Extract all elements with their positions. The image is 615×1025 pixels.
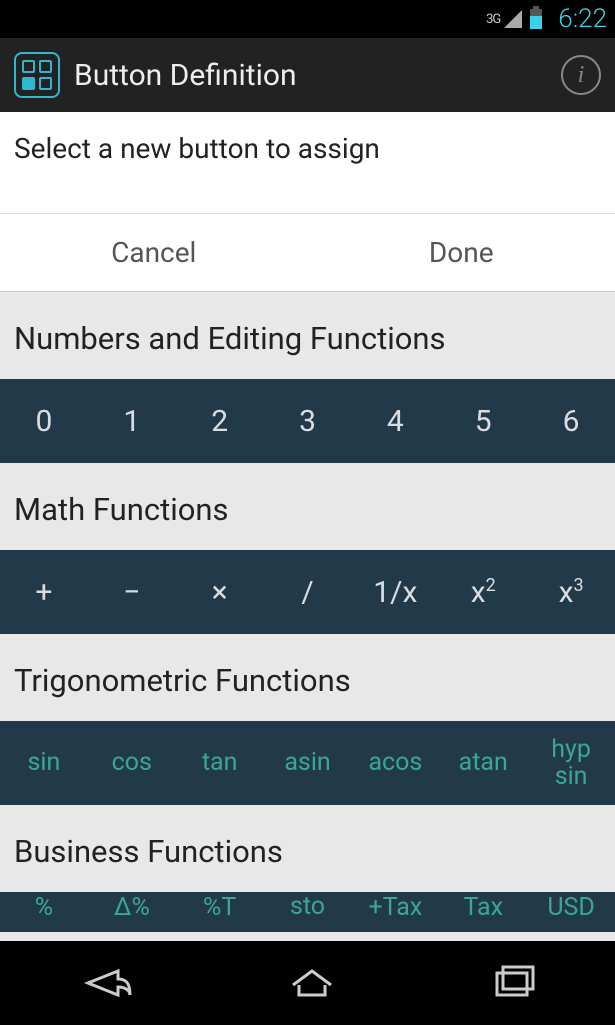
section-title-trig: Trigonometric Functions [14,662,601,699]
page-title: Button Definition [74,58,561,93]
fn-cube[interactable]: x3 [527,576,615,609]
section-title-business: Business Functions [14,833,601,870]
fn-delta-percent[interactable]: Δ% [88,894,176,922]
section-numbers: Numbers and Editing Functions [0,292,615,379]
numbers-row: 0 1 2 3 4 5 6 [0,379,615,463]
fn-0[interactable]: 0 [0,405,88,438]
fn-4[interactable]: 4 [351,405,439,438]
fn-divide[interactable]: / [264,576,352,609]
section-title-numbers: Numbers and Editing Functions [14,320,601,357]
business-row: % Δ% %T stocst +Tax Tax USD [0,892,615,932]
android-nav-bar [0,941,615,1025]
home-icon[interactable] [287,965,337,1001]
section-math: Math Functions [0,463,615,550]
prompt-text: Select a new button to assign [0,112,615,214]
fn-1[interactable]: 1 [88,405,176,438]
fn-5[interactable]: 5 [439,405,527,438]
clock: 6:22 [558,4,607,34]
fn-square[interactable]: x2 [439,576,527,609]
fn-minus[interactable]: − [88,576,176,609]
fn-times[interactable]: × [176,576,264,609]
back-icon[interactable] [76,965,136,1001]
fn-usd[interactable]: USD [527,894,615,922]
fn-tax[interactable]: Tax [439,894,527,922]
done-button[interactable]: Done [308,214,615,291]
fn-tan[interactable]: tan [176,749,264,777]
fn-acos[interactable]: acos [351,749,439,777]
fn-percent-t[interactable]: %T [176,894,264,922]
action-row: Cancel Done [0,214,615,292]
signal-icon [504,10,522,28]
recent-apps-icon[interactable] [489,965,539,1001]
fn-percent[interactable]: % [0,894,88,922]
app-bar: Button Definition i [0,38,615,112]
info-icon[interactable]: i [561,55,601,95]
fn-plus[interactable]: + [0,576,88,609]
fn-hypsin[interactable]: hypsin [527,736,615,791]
battery-icon [530,9,542,29]
fn-sin[interactable]: sin [0,749,88,777]
status-bar: 3G 6:22 [0,0,615,38]
fn-cos[interactable]: cos [88,749,176,777]
fn-6[interactable]: 6 [527,405,615,438]
trig-row: sin cos tan asin acos atan hypsin [0,721,615,805]
cancel-button[interactable]: Cancel [0,214,308,291]
fn-2[interactable]: 2 [176,405,264,438]
math-row: + − × / 1/x x2 x3 [0,550,615,634]
app-logo-icon [14,52,60,98]
fn-sto-cst[interactable]: stocst [264,894,352,941]
section-business: Business Functions [0,805,615,892]
network-3g-icon: 3G [486,12,500,27]
section-trig: Trigonometric Functions [0,634,615,721]
fn-plus-tax[interactable]: +Tax [351,894,439,922]
fn-atan[interactable]: atan [439,749,527,777]
fn-asin[interactable]: asin [264,749,352,777]
fn-3[interactable]: 3 [264,405,352,438]
content-scroll[interactable]: Select a new button to assign Cancel Don… [0,112,615,941]
fn-reciprocal[interactable]: 1/x [351,576,439,609]
section-title-math: Math Functions [14,491,601,528]
